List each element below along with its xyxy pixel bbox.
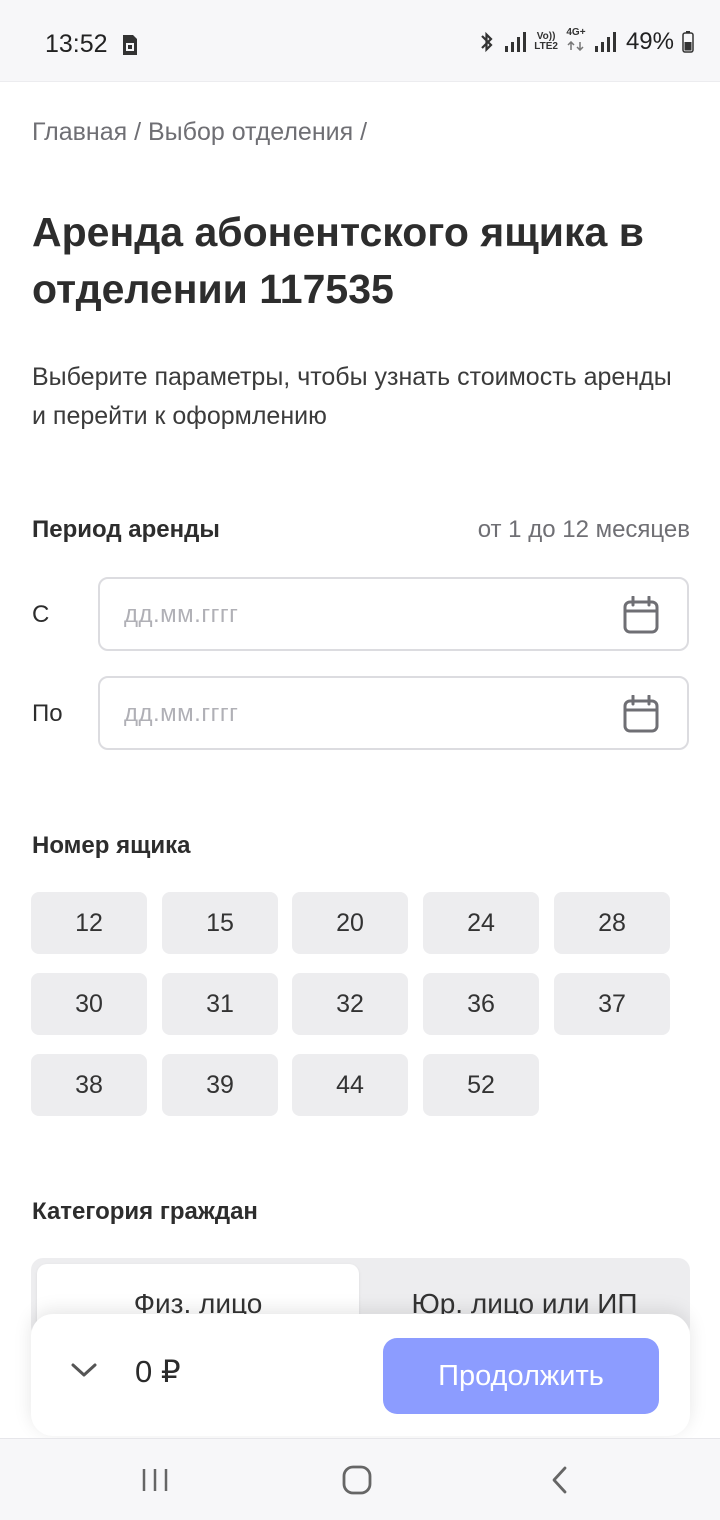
date-to-input[interactable]: дд.мм.гггг (98, 676, 689, 750)
back-icon[interactable] (540, 1463, 580, 1497)
battery-icon (682, 31, 694, 53)
chevron-down-icon[interactable] (69, 1360, 99, 1380)
box-option[interactable]: 39 (162, 1054, 278, 1116)
continue-button[interactable]: Продолжить (383, 1338, 659, 1414)
box-option[interactable]: 37 (554, 973, 670, 1035)
calendar-icon[interactable] (623, 695, 659, 733)
total-price: 0 ₽ (135, 1354, 181, 1389)
box-option[interactable]: 38 (31, 1054, 147, 1116)
date-from-label: С (32, 601, 50, 628)
period-hint: от 1 до 12 месяцев (477, 516, 690, 543)
box-option[interactable]: 28 (554, 892, 670, 954)
date-to-placeholder: дд.мм.гггг (124, 700, 239, 727)
status-icons: Vo)) LTE2 4G+ 49% (478, 28, 694, 56)
signal-icon-1 (505, 32, 527, 52)
page-title: Аренда абонентского ящика в отделении 11… (32, 209, 644, 312)
bluetooth-icon (481, 31, 493, 53)
system-nav-bar (0, 1438, 720, 1520)
box-option[interactable]: 44 (292, 1054, 408, 1116)
box-option[interactable]: 52 (423, 1054, 539, 1116)
category-section-title: Категория граждан (32, 1198, 258, 1225)
date-from-input[interactable]: дд.мм.гггг (98, 577, 689, 651)
box-option[interactable]: 31 (162, 973, 278, 1035)
box-option[interactable]: 24 (423, 892, 539, 954)
recent-apps-icon[interactable] (136, 1463, 176, 1497)
data-arrows-icon (567, 40, 584, 52)
date-to-label: По (32, 700, 63, 727)
page-subtitle: Выберите параметры, чтобы узнать стоимос… (32, 363, 672, 430)
signal-icon-2 (594, 32, 616, 52)
period-section-title: Период аренды (32, 516, 220, 543)
summary-panel: 0 ₽ Продолжить (31, 1314, 690, 1436)
network-type-indicator: 4G+ (566, 28, 586, 56)
box-option[interactable]: 36 (423, 973, 539, 1035)
sim-card-icon (123, 35, 137, 55)
calendar-icon[interactable] (623, 596, 659, 634)
box-option[interactable]: 30 (31, 973, 147, 1035)
breadcrumb[interactable]: Главная / Выбор отделения / (32, 118, 367, 147)
box-option[interactable]: 20 (292, 892, 408, 954)
status-time: 13:52 (45, 30, 108, 58)
box-option[interactable]: 15 (162, 892, 278, 954)
date-from-placeholder: дд.мм.гггг (124, 601, 239, 628)
box-option[interactable]: 32 (292, 973, 408, 1035)
volte-indicator: Vo)) LTE2 (534, 31, 558, 52)
status-bar: 13:52 Vo)) LTE2 4G+ 49% (0, 0, 720, 82)
battery-percent: 49% (625, 28, 674, 55)
box-section-title: Номер ящика (32, 832, 191, 859)
box-option[interactable]: 12 (31, 892, 147, 954)
home-icon[interactable] (337, 1463, 377, 1497)
